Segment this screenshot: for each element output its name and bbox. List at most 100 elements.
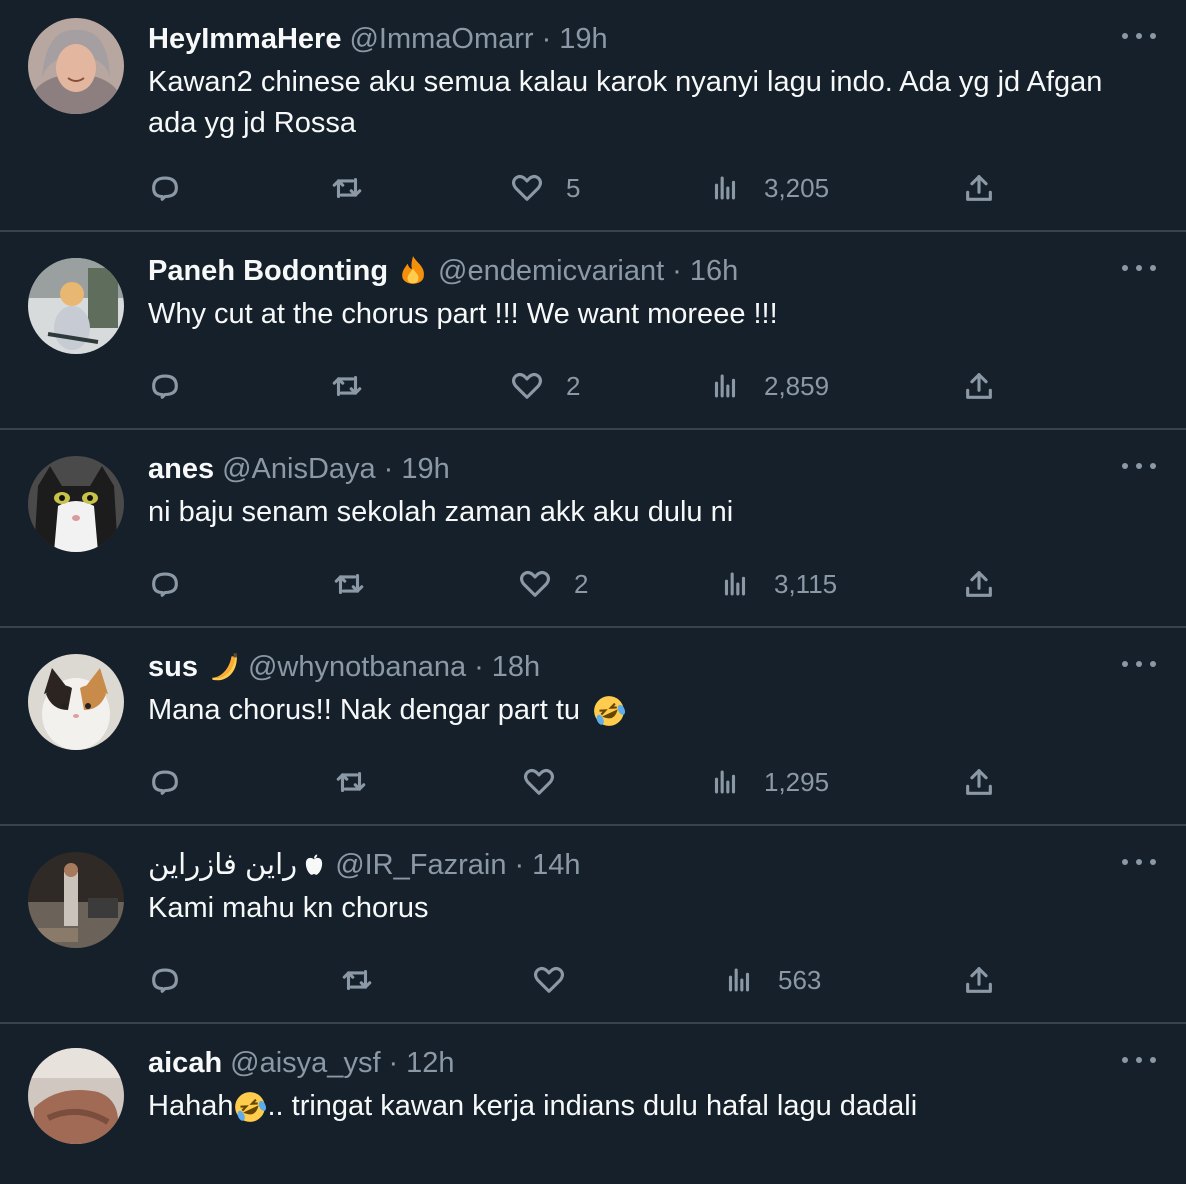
tweet-text: ni baju senam sekolah zaman akk aku dulu… [148, 496, 734, 528]
username[interactable]: @ImmaOmarr [349, 20, 533, 58]
views-button[interactable]: 3,205 [708, 166, 829, 210]
avatar[interactable] [28, 258, 124, 354]
username[interactable]: @AnisDaya [222, 450, 376, 488]
display-name[interactable]: anes [148, 450, 214, 488]
like-button[interactable]: 5 [510, 166, 580, 210]
share-button[interactable] [962, 562, 996, 606]
retweet-button[interactable] [334, 760, 368, 804]
separator-dot: · [514, 849, 525, 881]
more-icon[interactable] [1122, 456, 1156, 476]
tweet-text: Kami mahu kn chorus [148, 892, 429, 924]
retweet-button[interactable] [330, 364, 364, 408]
heart-icon [533, 966, 565, 993]
more-icon[interactable] [1122, 852, 1156, 872]
retweet-icon [332, 375, 362, 397]
avatar[interactable] [28, 1048, 124, 1144]
display-name[interactable]: HeyImmaHere [148, 20, 341, 58]
reply-button[interactable] [148, 364, 182, 408]
username[interactable]: @aisya_ysf [230, 1044, 380, 1082]
tweet-header: راين فازراين @IR_Fazrain · 14h [148, 846, 581, 884]
action-bar: 2 3,115 [0, 562, 1186, 606]
reply-button[interactable] [148, 958, 182, 1002]
reply-button[interactable] [148, 166, 182, 210]
display-name[interactable]: Paneh Bodonting [148, 252, 388, 290]
timestamp[interactable]: 16h [690, 252, 738, 290]
rofl-emoji [235, 1092, 267, 1123]
tweet-text: Why cut at the chorus part !!! We want m… [148, 298, 778, 330]
separator-dot: · [541, 23, 552, 55]
username[interactable]: @endemicvariant [438, 252, 664, 290]
view-count: 2,859 [764, 370, 830, 401]
more-icon[interactable] [1122, 654, 1156, 674]
like-button[interactable] [532, 958, 588, 1002]
retweet-button[interactable] [340, 958, 374, 1002]
action-bar: 2 2,859 [0, 364, 1186, 408]
avatar[interactable] [28, 852, 124, 948]
view-count: 563 [778, 964, 822, 995]
timestamp[interactable]: 14h [532, 846, 580, 884]
reply-button[interactable] [148, 562, 182, 606]
tweet-header: aicah @aisya_ysf · 12h [148, 1044, 455, 1082]
separator-dot: · [383, 453, 394, 485]
retweet-button[interactable] [330, 166, 364, 210]
avatar[interactable] [28, 18, 124, 114]
display-name[interactable]: راين فازراين [148, 846, 297, 884]
heart-icon [511, 372, 543, 399]
views-icon [724, 572, 746, 596]
views-icon [714, 176, 736, 200]
like-count: 5 [566, 172, 581, 203]
share-icon [966, 373, 992, 399]
timestamp[interactable]: 12h [406, 1044, 454, 1082]
retweet-icon [334, 573, 364, 595]
action-bar: 1,295 [0, 760, 1186, 804]
timestamp[interactable]: 19h [559, 20, 607, 58]
display-name[interactable]: sus [148, 648, 198, 686]
fire-emoji [402, 256, 424, 284]
tweet-text-container: Hahah .. tringat kawan kerja indians dulu… [148, 1086, 1158, 1127]
apple-logo [306, 854, 323, 875]
views-button[interactable]: 1,295 [708, 760, 829, 804]
more-icon[interactable] [1122, 26, 1156, 46]
heart-icon [519, 570, 551, 597]
tweet-text: Mana chorus!! Nak dengar part tu [148, 694, 581, 726]
banana-emoji [212, 653, 237, 681]
share-button[interactable] [962, 760, 996, 804]
more-icon[interactable] [1122, 1050, 1156, 1070]
tweet[interactable]: sus @whynotbanana · 18h Mana chorus!! Na… [0, 628, 1186, 826]
tweet[interactable]: anes @AnisDaya · 19h ni baju senam sekol… [0, 430, 1186, 628]
reply-icon [152, 374, 178, 399]
retweet-icon [342, 969, 372, 991]
tweet[interactable]: راين فازراين @IR_Fazrain · 14h Kami mahu… [0, 826, 1186, 1024]
views-button[interactable]: 563 [722, 958, 821, 1002]
separator-dot: · [474, 651, 484, 683]
share-button[interactable] [962, 364, 996, 408]
views-button[interactable]: 3,115 [718, 562, 837, 606]
like-button[interactable] [522, 760, 578, 804]
retweet-button[interactable] [332, 562, 366, 606]
tweet-text: Kawan2 chinese aku semua kalau karok nya… [148, 66, 1103, 139]
more-icon[interactable] [1122, 258, 1156, 278]
tweet[interactable]: HeyImmaHere @ImmaOmarr · 19h Kawan2 chin… [0, 0, 1186, 232]
reply-icon [152, 176, 178, 201]
username[interactable]: @IR_Fazrain [335, 846, 506, 884]
like-button[interactable]: 2 [510, 364, 580, 408]
share-icon [966, 967, 992, 993]
separator-dot: · [672, 255, 682, 287]
action-bar: 5 3,205 [0, 166, 1186, 210]
timestamp[interactable]: 19h [401, 450, 449, 488]
retweet-icon [332, 177, 362, 199]
like-button[interactable]: 2 [518, 562, 588, 606]
avatar[interactable] [28, 456, 124, 552]
timestamp[interactable]: 18h [492, 648, 540, 686]
tweet[interactable]: aicah @aisya_ysf · 12h Hahah .. tringat k… [0, 1024, 1186, 1184]
tweet[interactable]: Paneh Bodonting @endemicvariant · 16h Wh… [0, 232, 1186, 430]
views-button[interactable]: 2,859 [708, 364, 829, 408]
display-name[interactable]: aicah [148, 1044, 222, 1082]
views-icon [714, 770, 736, 794]
avatar[interactable] [28, 654, 124, 750]
share-button[interactable] [962, 166, 996, 210]
rofl-emoji [594, 696, 626, 727]
username[interactable]: @whynotbanana [248, 648, 466, 686]
reply-button[interactable] [148, 760, 182, 804]
share-button[interactable] [962, 958, 996, 1002]
